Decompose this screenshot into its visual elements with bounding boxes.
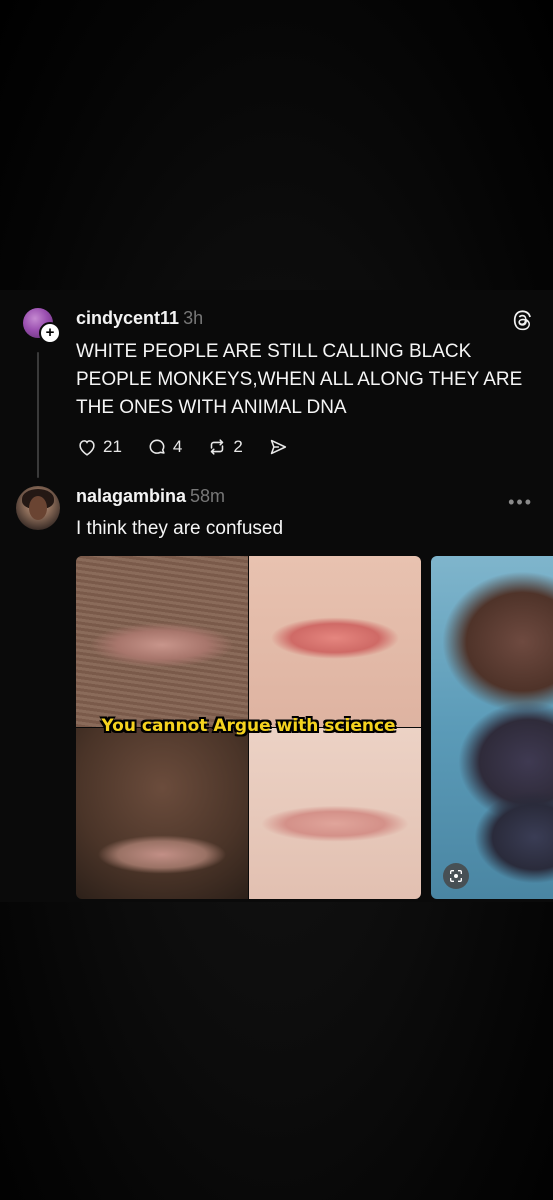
- threads-logo-icon[interactable]: [511, 309, 533, 331]
- thread-post-card: + cindycent11 3h WHITE PEOPLE ARE STILL C…: [0, 290, 553, 902]
- post-username[interactable]: cindycent11: [76, 308, 179, 328]
- more-horizontal-icon[interactable]: •••: [508, 492, 533, 513]
- send-icon: [270, 439, 286, 455]
- screen: + cindycent11 3h WHITE PEOPLE ARE STILL C…: [0, 0, 553, 1200]
- share-button[interactable]: [267, 436, 294, 458]
- repost-icon: [211, 439, 224, 455]
- reply-header: nalagambina 58m: [76, 486, 225, 507]
- repost-count: 2: [233, 437, 243, 456]
- thread-connector-line: [37, 352, 39, 478]
- meme-caption: You cannot Argue with science: [101, 716, 396, 736]
- image-quadrant-top-left: [76, 556, 248, 727]
- heart-icon: [79, 440, 95, 456]
- reply-timestamp: 58m: [190, 486, 226, 506]
- like-count: 21: [103, 437, 122, 456]
- reply-body-text: I think they are confused: [76, 518, 284, 539]
- comment-button[interactable]: 4: [146, 436, 182, 458]
- reply-username[interactable]: nalagambina: [76, 486, 186, 506]
- like-button[interactable]: 21: [76, 436, 122, 458]
- google-lens-icon[interactable]: [443, 863, 469, 889]
- reply-image-second[interactable]: [431, 556, 553, 899]
- reply-count: 4: [172, 437, 183, 456]
- image-quadrant-bottom-right: [249, 728, 421, 899]
- post-timestamp: 3h: [183, 308, 204, 328]
- post-actions: 21 4 2: [76, 436, 318, 458]
- follow-plus-icon[interactable]: +: [39, 322, 61, 344]
- post-body-text: WHITE PEOPLE ARE STILL CALLING BLACK PEO…: [76, 341, 523, 418]
- post-author-avatar[interactable]: +: [23, 308, 61, 344]
- post-header: cindycent11 3h: [76, 308, 203, 329]
- reply-image-meme[interactable]: You cannot Argue with science: [76, 556, 421, 899]
- comment-icon: [149, 439, 165, 454]
- lens-glyph: [450, 870, 462, 882]
- image-quadrant-top-right: [249, 556, 421, 727]
- image-quadrant-bottom-left: [76, 728, 248, 899]
- reply-author-avatar[interactable]: [16, 486, 60, 530]
- repost-button[interactable]: 2: [206, 436, 243, 458]
- avatar-face: [29, 496, 47, 520]
